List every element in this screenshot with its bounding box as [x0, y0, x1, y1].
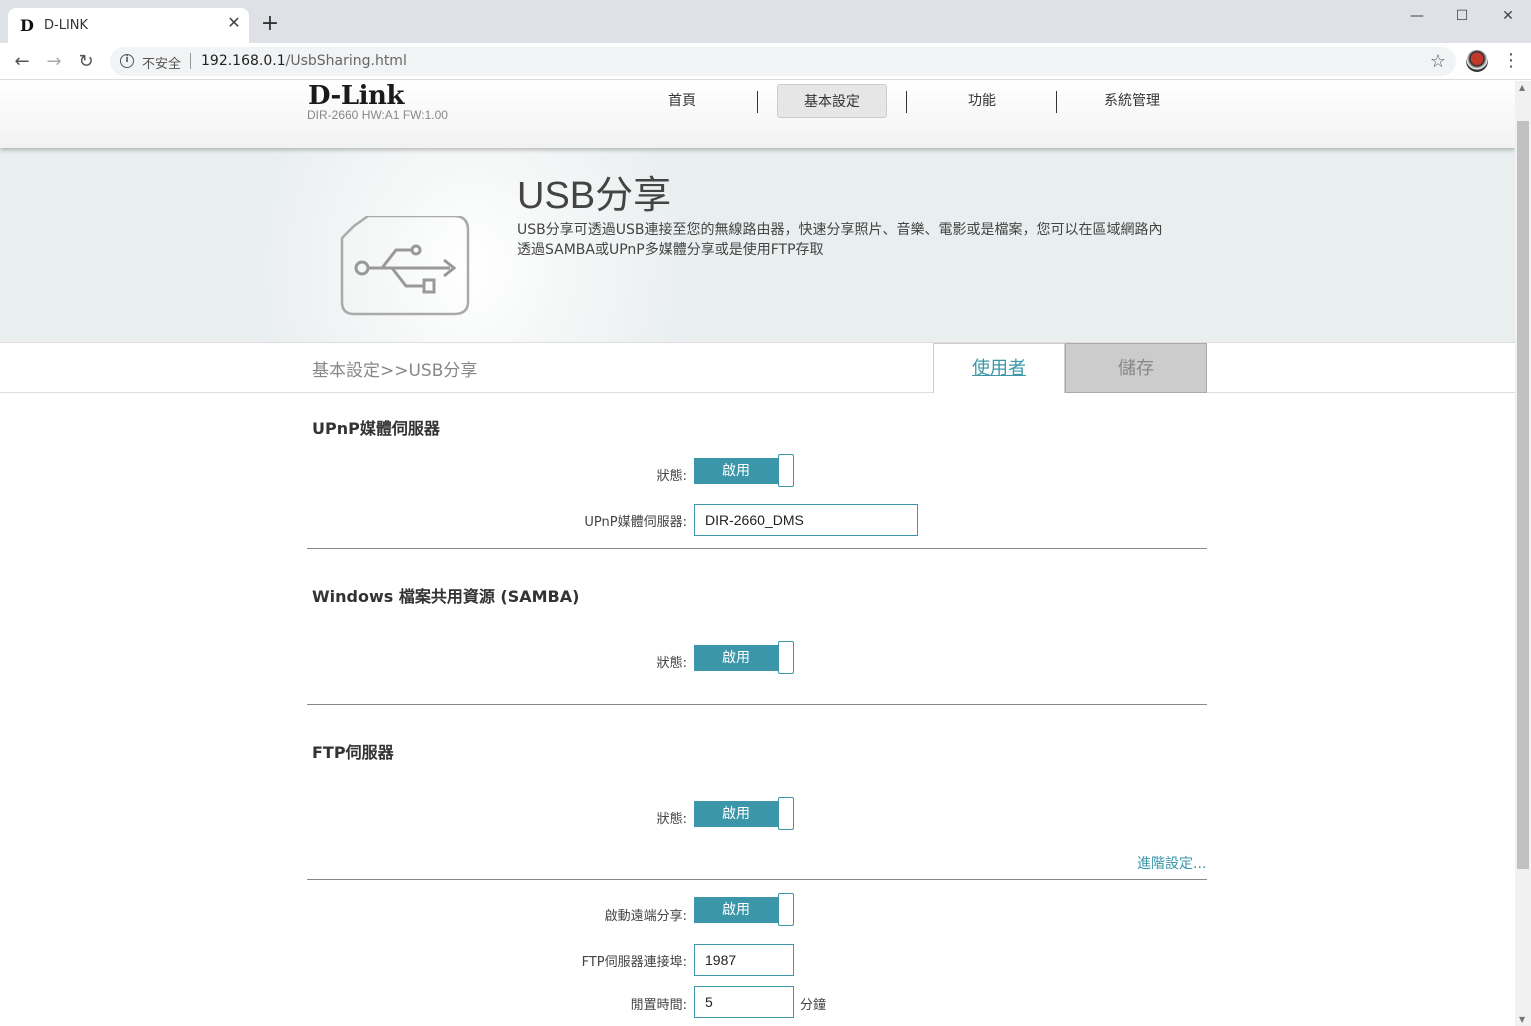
- router-header: D-Link DIR-2660 HW:A1 FW:1.00 首頁 基本設定 功能…: [0, 81, 1515, 148]
- ftp-status-toggle[interactable]: 啟用: [694, 797, 794, 830]
- scroll-down-icon[interactable]: ▼: [1519, 1015, 1525, 1024]
- minimize-window-icon[interactable]: —: [1402, 4, 1432, 28]
- samba-status-toggle[interactable]: 啟用: [694, 641, 794, 674]
- new-tab-button[interactable]: +: [260, 13, 280, 35]
- page-description: USB分享可透過USB連接至您的無線路由器，快速分享照片、音樂、電影或是檔案，您…: [517, 220, 1217, 260]
- ftp-status-label: 狀態:: [656, 812, 687, 827]
- save-button[interactable]: 儲存: [1065, 343, 1207, 393]
- url-text[interactable]: 192.168.0.1/UsbSharing.html: [201, 53, 407, 69]
- description-line-1: USB分享可透過USB連接至您的無線路由器，快速分享照片、音樂、電影或是檔案，您…: [517, 222, 1163, 238]
- security-label: 不安全: [142, 57, 182, 72]
- back-arrow-icon[interactable]: ←: [10, 50, 34, 74]
- upnp-server-label: UPnP媒體伺服器:: [584, 515, 687, 530]
- browser-tab-bar: D D-LINK ✕ + — ☐ ✕: [0, 0, 1531, 43]
- breadcrumb: 基本設定>>USB分享: [312, 361, 478, 381]
- samba-section-title: Windows 檔案共用資源 (SAMBA): [312, 587, 580, 606]
- toggle-on-label: 啟用: [694, 645, 778, 671]
- scrollbar-thumb[interactable]: [1517, 121, 1529, 869]
- upnp-status-toggle[interactable]: 啟用: [694, 454, 794, 487]
- scroll-up-icon[interactable]: ▲: [1519, 83, 1525, 92]
- advanced-settings-link[interactable]: 進階設定...: [1137, 853, 1206, 873]
- browser-tab[interactable]: D D-LINK ✕: [8, 8, 249, 43]
- nav-divider: [906, 91, 907, 113]
- nav-divider: [757, 91, 758, 113]
- dlink-logo: D-Link: [308, 81, 404, 111]
- toggle-on-label: 啟用: [694, 897, 778, 923]
- profile-avatar[interactable]: [1466, 50, 1488, 72]
- page-banner: USB分享 USB分享可透過USB連接至您的無線路由器，快速分享照片、音樂、電影…: [0, 148, 1515, 342]
- idle-time-unit: 分鐘: [800, 998, 827, 1013]
- action-bar: 基本設定>>USB分享 使用者 儲存: [0, 342, 1515, 393]
- remote-share-toggle[interactable]: 啟用: [694, 893, 794, 926]
- nav-features[interactable]: 功能: [922, 84, 1042, 118]
- close-tab-icon[interactable]: ✕: [224, 13, 244, 33]
- upnp-status-label: 狀態:: [656, 469, 687, 484]
- browser-menu-icon[interactable]: ⋮: [1502, 50, 1520, 72]
- remote-share-label: 啟動遠端分享:: [604, 909, 687, 924]
- section-divider: [307, 704, 1207, 705]
- close-window-icon[interactable]: ✕: [1493, 4, 1523, 28]
- idle-time-input[interactable]: 5: [694, 986, 794, 1018]
- dlink-favicon-icon: D: [20, 16, 34, 35]
- usb-icon: [340, 216, 470, 316]
- omnibox-separator: [190, 53, 191, 69]
- toggle-on-label: 啟用: [694, 801, 778, 827]
- toggle-knob: [778, 797, 794, 830]
- reload-icon[interactable]: ↻: [74, 50, 98, 74]
- upnp-section-title: UPnP媒體伺服器: [312, 419, 440, 438]
- description-line-2: 透過SAMBA或UPnP多媒體分享或是使用FTP存取: [517, 242, 824, 258]
- browser-toolbar: ← → ↻ i 不安全 192.168.0.1/UsbSharing.html …: [0, 43, 1531, 80]
- ftp-section-title: FTP伺服器: [312, 743, 394, 762]
- ftp-port-label: FTP伺服器連接埠:: [581, 955, 687, 970]
- nav-system-management[interactable]: 系統管理: [1072, 84, 1192, 118]
- nav-home[interactable]: 首頁: [622, 84, 742, 118]
- maximize-window-icon[interactable]: ☐: [1447, 4, 1477, 28]
- url-path: /UsbSharing.html: [285, 53, 407, 69]
- tab-title: D-LINK: [44, 18, 89, 33]
- ftp-port-input[interactable]: 1987: [694, 944, 794, 976]
- samba-status-label: 狀態:: [656, 656, 687, 671]
- toggle-on-label: 啟用: [694, 458, 778, 484]
- page-scrollbar[interactable]: ▲ ▼: [1515, 81, 1531, 1026]
- section-divider: [307, 879, 1207, 880]
- upnp-server-name-input[interactable]: DIR-2660_DMS: [694, 504, 918, 536]
- model-info: DIR-2660 HW:A1 FW:1.00: [307, 108, 448, 122]
- nav-basic-settings[interactable]: 基本設定: [777, 84, 887, 118]
- toggle-knob: [778, 641, 794, 674]
- nav-divider: [1056, 91, 1057, 113]
- section-divider: [307, 548, 1207, 549]
- page-title: USB分享: [517, 175, 672, 217]
- idle-time-label: 閒置時間:: [630, 998, 687, 1013]
- forward-arrow-icon[interactable]: →: [42, 50, 66, 74]
- url-host: 192.168.0.1: [201, 53, 286, 69]
- router-page: D-Link DIR-2660 HW:A1 FW:1.00 首頁 基本設定 功能…: [0, 81, 1515, 1026]
- info-icon[interactable]: i: [120, 54, 134, 68]
- address-bar[interactable]: i 不安全 192.168.0.1/UsbSharing.html ☆: [110, 47, 1456, 76]
- toggle-knob: [778, 454, 794, 487]
- bookmark-star-icon[interactable]: ☆: [1430, 51, 1446, 72]
- user-button[interactable]: 使用者: [933, 343, 1065, 393]
- toggle-knob: [778, 893, 794, 926]
